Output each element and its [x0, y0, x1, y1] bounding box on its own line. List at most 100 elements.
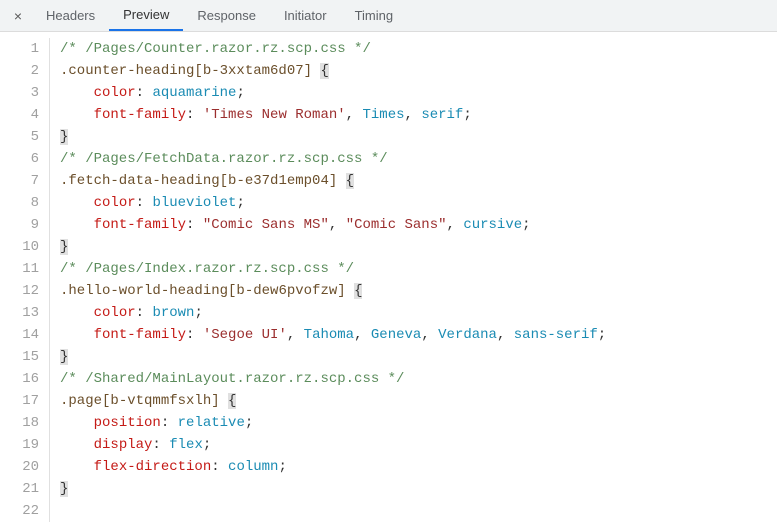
code-line: /* /Pages/Counter.razor.rz.scp.css */: [60, 38, 606, 60]
token-prop: color: [94, 85, 136, 101]
token-selector: .counter-heading: [60, 63, 194, 79]
token-punc: ,: [329, 217, 346, 233]
token-colon: :: [186, 107, 203, 123]
token-punc: ;: [236, 195, 244, 211]
token-value: brown: [152, 305, 194, 321]
token-punc: ,: [447, 217, 464, 233]
indent: [60, 195, 94, 211]
token-attrsel: [b-3xxtam6d07]: [194, 63, 312, 79]
token-value: Verdana: [438, 327, 497, 343]
token-string: 'Segoe UI': [203, 327, 287, 343]
tab-response[interactable]: Response: [183, 0, 270, 31]
line-number: 14: [0, 324, 39, 346]
indent: [60, 415, 94, 431]
code-line: /* /Shared/MainLayout.razor.rz.scp.css *…: [60, 368, 606, 390]
indent: [60, 305, 94, 321]
line-number: 2: [0, 60, 39, 82]
token-punc: ,: [354, 327, 371, 343]
token-punc: ;: [245, 415, 253, 431]
code-line: font-family: "Comic Sans MS", "Comic San…: [60, 214, 606, 236]
devtools-tabbar: × HeadersPreviewResponseInitiatorTiming: [0, 0, 777, 32]
code-line: }: [60, 346, 606, 368]
token-brace: }: [60, 481, 68, 497]
code-line: color: brown;: [60, 302, 606, 324]
token-comment: /* /Pages/Counter.razor.rz.scp.css */: [60, 41, 371, 57]
line-number: 11: [0, 258, 39, 280]
line-number: 5: [0, 126, 39, 148]
tab-timing[interactable]: Timing: [341, 0, 408, 31]
token-punc: ,: [497, 327, 514, 343]
token-punc: ;: [598, 327, 606, 343]
token-punc: ;: [203, 437, 211, 453]
token-prop: font-family: [94, 327, 186, 343]
token-colon: :: [161, 415, 178, 431]
token-selector: .page: [60, 393, 102, 409]
token-punc: ,: [287, 327, 304, 343]
token-brace: {: [346, 173, 354, 189]
line-number: 17: [0, 390, 39, 412]
token-comment: /* /Pages/Index.razor.rz.scp.css */: [60, 261, 354, 277]
line-number: 9: [0, 214, 39, 236]
token-colon: :: [136, 85, 153, 101]
line-number: 18: [0, 412, 39, 434]
token-string: "Comic Sans MS": [203, 217, 329, 233]
tab-initiator[interactable]: Initiator: [270, 0, 341, 31]
code-line: /* /Pages/FetchData.razor.rz.scp.css */: [60, 148, 606, 170]
token-punc: ;: [194, 305, 202, 321]
code-line: [60, 500, 606, 522]
token-value: Geneva: [371, 327, 421, 343]
token-prop: color: [94, 195, 136, 211]
line-number: 21: [0, 478, 39, 500]
line-number-gutter: 12345678910111213141516171819202122: [0, 38, 50, 522]
line-number: 20: [0, 456, 39, 478]
token-prop: display: [94, 437, 153, 453]
tab-headers[interactable]: Headers: [32, 0, 109, 31]
token-punc: ,: [346, 107, 363, 123]
indent: [60, 437, 94, 453]
token-punc: ;: [522, 217, 530, 233]
token-value: cursive: [463, 217, 522, 233]
token-colon: :: [136, 195, 153, 211]
token-prop: font-family: [94, 107, 186, 123]
token-colon: :: [186, 327, 203, 343]
token-value: Tahoma: [304, 327, 354, 343]
token-brace: {: [354, 283, 362, 299]
code-line: }: [60, 126, 606, 148]
token-colon: :: [186, 217, 203, 233]
token-selector: .fetch-data-heading: [60, 173, 220, 189]
token-selector: .hello-world-heading: [60, 283, 228, 299]
token-punc: ,: [405, 107, 422, 123]
close-icon[interactable]: ×: [4, 0, 32, 31]
token-plain: [220, 393, 228, 409]
token-brace: }: [60, 349, 68, 365]
token-prop: font-family: [94, 217, 186, 233]
token-punc: ;: [278, 459, 286, 475]
line-number: 13: [0, 302, 39, 324]
line-number: 7: [0, 170, 39, 192]
token-string: "Comic Sans": [346, 217, 447, 233]
code-line: display: flex;: [60, 434, 606, 456]
preview-code-area: 12345678910111213141516171819202122 /* /…: [0, 32, 777, 522]
token-brace: }: [60, 129, 68, 145]
code-line: color: blueviolet;: [60, 192, 606, 214]
code-line: position: relative;: [60, 412, 606, 434]
token-plain: [346, 283, 354, 299]
code-line: .fetch-data-heading[b-e37d1emp04] {: [60, 170, 606, 192]
indent: [60, 85, 94, 101]
line-number: 8: [0, 192, 39, 214]
token-colon: :: [211, 459, 228, 475]
token-prop: color: [94, 305, 136, 321]
token-punc: ;: [463, 107, 471, 123]
token-value: column: [228, 459, 278, 475]
line-number: 6: [0, 148, 39, 170]
token-value: Times: [362, 107, 404, 123]
line-number: 22: [0, 500, 39, 522]
line-number: 12: [0, 280, 39, 302]
code-line: .hello-world-heading[b-dew6pvofzw] {: [60, 280, 606, 302]
token-prop: flex-direction: [94, 459, 212, 475]
code-line: color: aquamarine;: [60, 82, 606, 104]
tab-preview[interactable]: Preview: [109, 0, 183, 31]
token-punc: ;: [236, 85, 244, 101]
token-value: relative: [178, 415, 245, 431]
token-brace: {: [320, 63, 328, 79]
